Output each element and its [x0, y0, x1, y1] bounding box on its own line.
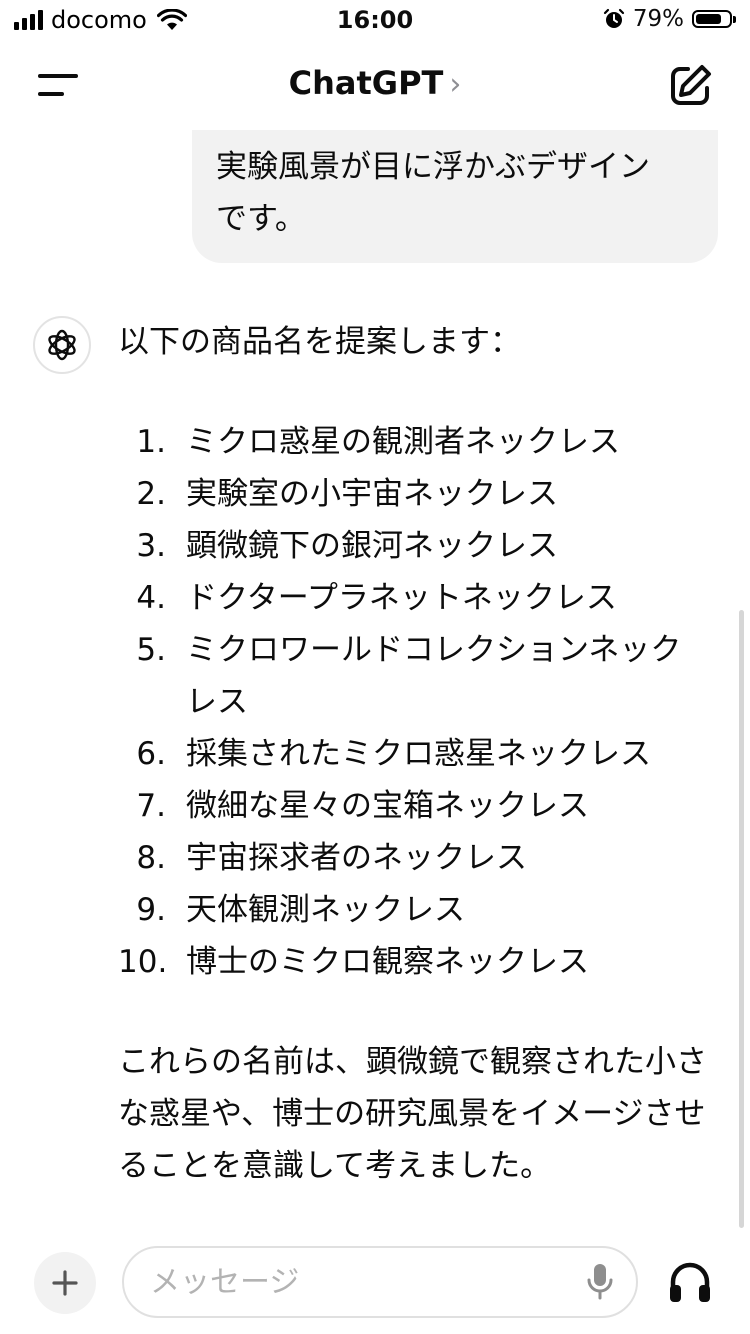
scrollbar[interactable] [739, 610, 744, 1228]
list-item-text: 微細な星々の宝箱ネックレス [186, 788, 589, 824]
list-item: 6. 採集されたミクロ惑星ネックレス [118, 728, 718, 780]
list-item: 4. ドクタープラネットネックレス [118, 572, 718, 624]
list-item-number: 5. [136, 632, 166, 668]
assistant-avatar [33, 316, 91, 374]
headphones-icon[interactable] [666, 1258, 714, 1306]
openai-logo-icon [48, 329, 76, 361]
message-input[interactable] [122, 1246, 638, 1318]
list-item-text: 宇宙探求者のネックレス [186, 840, 527, 876]
battery-icon [692, 10, 736, 28]
list-item: 8. 宇宙探求者のネックレス [118, 832, 718, 884]
list-item-number: 4. [136, 580, 166, 616]
list-item: 9. 天体観測ネックレス [118, 884, 718, 936]
list-item-text: ドクタープラネットネックレス [186, 580, 617, 616]
attach-button[interactable] [34, 1252, 96, 1314]
list-item: 3. 顕微鏡下の銀河ネックレス [118, 520, 718, 572]
status-bar-right: 79% [603, 6, 736, 32]
mic-icon[interactable] [584, 1262, 616, 1302]
list-item: 10. 博士のミクロ観察ネックレス [118, 936, 718, 988]
composer-bar [0, 1232, 750, 1334]
model-selector[interactable]: ChatGPT › [0, 64, 750, 102]
list-item: 2. 実験室の小宇宙ネックレス [118, 468, 718, 520]
assistant-intro: 以下の商品名を提案します： [118, 324, 521, 360]
user-message-line: です。 [216, 201, 306, 237]
list-item-text: ミクロ惑星の観測者ネックレス [186, 424, 620, 460]
app-header: ChatGPT › [0, 40, 750, 130]
battery-percent: 79% [632, 6, 684, 32]
assistant-message: 以下の商品名を提案します： 1. ミクロ惑星の観測者ネックレス 2. 実験室の小宇宙… [118, 316, 718, 1192]
list-item-text: 博士のミクロ観察ネックレス [186, 944, 589, 980]
list-item: 5. ミクロワールドコレクションネック レス [118, 624, 718, 728]
page-title: ChatGPT [288, 64, 444, 102]
assistant-closing: これらの名前は、顕微鏡で観察された小さな惑星や、博士の研究風景をイメージさせるこ… [118, 1044, 707, 1184]
list-item-number: 9. [136, 892, 166, 928]
list-item-text: 顕微鏡下の銀河ネックレス [186, 528, 558, 564]
product-name-list: 1. ミクロ惑星の観測者ネックレス 2. 実験室の小宇宙ネックレス 3. 顕微鏡下の銀… [118, 416, 718, 988]
list-item: 7. 微細な星々の宝箱ネックレス [118, 780, 718, 832]
user-message-line: 実験風景が目に浮かぶデザイン [216, 149, 650, 185]
chevron-right-icon: › [449, 67, 462, 102]
list-item-number: 1. [136, 424, 166, 460]
list-item-text: 採集されたミクロ惑星ネックレス [186, 736, 651, 772]
list-item-number: 2. [136, 476, 166, 512]
list-item-number: 6. [136, 736, 166, 772]
battery-fill [696, 14, 722, 24]
list-item-text: 天体観測ネックレス [186, 892, 465, 928]
list-item-number: 10. [118, 944, 168, 980]
list-item-number: 3. [136, 528, 166, 564]
status-bar: docomo 16:00 79% [0, 0, 750, 40]
list-item-text: ミクロワールドコレクションネック レス [186, 632, 682, 720]
plus-icon [52, 1270, 78, 1296]
list-item-number: 8. [136, 840, 166, 876]
list-item-number: 7. [136, 788, 166, 824]
list-item: 1. ミクロ惑星の観測者ネックレス [118, 416, 718, 468]
alarm-icon [603, 8, 624, 28]
new-chat-icon[interactable] [666, 62, 714, 110]
list-item-text: 実験室の小宇宙ネックレス [186, 476, 558, 512]
